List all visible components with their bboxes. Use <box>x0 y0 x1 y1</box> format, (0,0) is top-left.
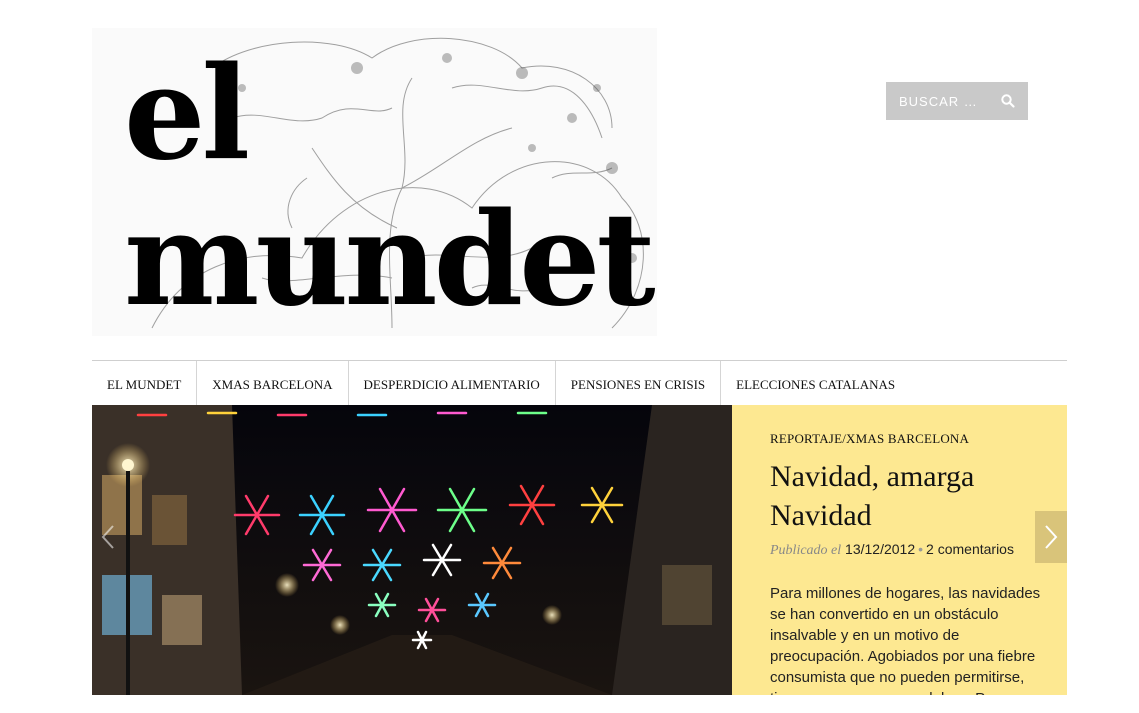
category-link-reportaje[interactable]: REPORTAJE <box>770 431 842 446</box>
post-meta: Publicado el 13/12/2012 • 2 comentarios <box>770 541 1045 559</box>
slide-image-christmas-lights[interactable] <box>92 405 732 695</box>
search-box <box>886 82 1028 120</box>
comments-link[interactable]: 2 comentarios <box>926 541 1014 557</box>
logo-word-mundet: mundet <box>124 185 656 335</box>
logo-word-el: el <box>124 39 250 189</box>
nav-item-xmas-barcelona[interactable]: XMAS BARCELONA <box>197 361 349 405</box>
nav-item-pensiones-en-crisis[interactable]: PENSIONES EN CRISIS <box>556 361 722 405</box>
post-title[interactable]: Navidad, amarga Navidad <box>770 457 1045 535</box>
slide-content-panel: REPORTAJE/XMAS BARCELONA Navidad, amarga… <box>732 405 1067 695</box>
post-excerpt: Para millones de hogares, las navidades … <box>770 585 1041 695</box>
search-input[interactable] <box>897 92 996 110</box>
slider-prev-button[interactable] <box>92 511 124 563</box>
chevron-right-icon <box>1045 525 1058 549</box>
featured-slider: REPORTAJE/XMAS BARCELONA Navidad, amarga… <box>92 405 1067 695</box>
search-icon[interactable] <box>1000 93 1016 109</box>
site-logo[interactable]: el mundet <box>92 28 657 336</box>
post-date[interactable]: 13/12/2012 <box>845 541 915 557</box>
slider-next-button[interactable] <box>1035 511 1067 563</box>
post-categories: REPORTAJE/XMAS BARCELONA <box>770 431 1045 447</box>
main-navigation: EL MUNDET XMAS BARCELONA DESPERDICIO ALI… <box>92 360 1067 405</box>
meta-separator: • <box>918 541 924 557</box>
chevron-left-icon <box>101 525 114 549</box>
nav-item-elecciones-catalanas[interactable]: ELECCIONES CATALANAS <box>721 361 910 405</box>
christmas-lights-photo <box>92 405 732 695</box>
nav-item-el-mundet[interactable]: EL MUNDET <box>92 361 198 405</box>
published-label: Publicado el <box>770 543 842 558</box>
nav-item-desperdicio-alimentario[interactable]: DESPERDICIO ALIMENTARIO <box>349 361 556 405</box>
category-link-xmas-barcelona[interactable]: XMAS BARCELONA <box>846 431 969 446</box>
